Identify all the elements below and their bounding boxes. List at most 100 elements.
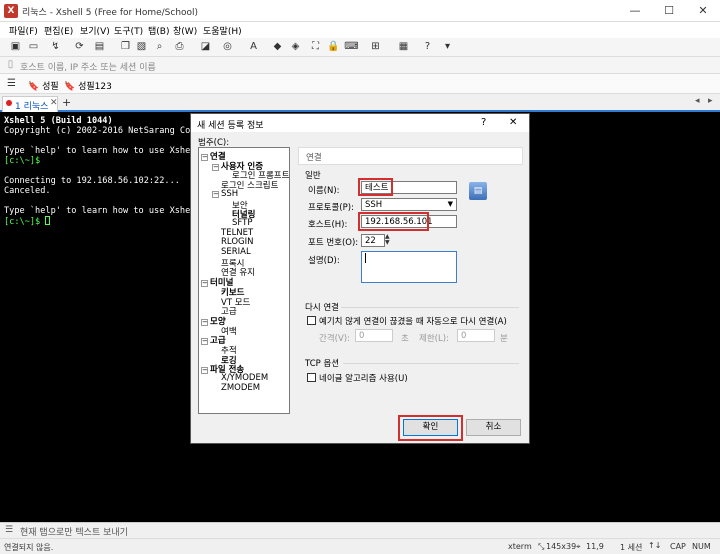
print-icon[interactable]: ⎙: [172, 40, 187, 54]
menu-view[interactable]: 보기(V): [80, 24, 110, 37]
tab-linux[interactable]: 1 리눅스 ✕: [2, 96, 58, 112]
menu-edit[interactable]: 편집(E): [44, 24, 73, 37]
protocol-value: SSH: [365, 200, 383, 210]
protocol-select[interactable]: SSH ▼: [361, 198, 457, 211]
connection-status: 연결되지 않음.: [4, 543, 54, 552]
interval-input[interactable]: 0: [355, 329, 393, 342]
tree-node[interactable]: SFTP: [232, 218, 252, 228]
reconnect-icon[interactable]: ⟳: [72, 40, 87, 54]
collapse-icon[interactable]: −: [201, 367, 208, 375]
new-session-icon[interactable]: ▣: [8, 40, 23, 54]
tree-node[interactable]: RLOGIN: [221, 237, 253, 247]
minimize-button[interactable]: —: [618, 0, 652, 22]
tab-scroll-icon[interactable]: ◂: [695, 96, 700, 106]
properties-icon[interactable]: ▤: [92, 40, 107, 54]
globe-icon[interactable]: ◎: [220, 40, 235, 54]
auto-reconnect-checkbox[interactable]: 예기치 않게 연결이 끊겼을 때 자동으로 다시 연결(A): [307, 315, 507, 327]
cancel-button[interactable]: 취소: [466, 419, 521, 436]
host-label: 호스트(H):: [308, 220, 348, 230]
dialog-help-button[interactable]: ?: [481, 117, 486, 128]
link-item-2[interactable]: 🔖 성필123: [64, 79, 112, 92]
keyboard-icon[interactable]: ⌨: [344, 40, 359, 54]
menu-tools[interactable]: 도구(T): [114, 24, 143, 37]
checkbox-box: [307, 373, 316, 382]
add-icon[interactable]: ⊞: [368, 40, 383, 54]
close-button[interactable]: ✕: [686, 0, 720, 22]
compose-menu-icon[interactable]: ☰: [5, 525, 13, 535]
help-icon[interactable]: ?: [420, 40, 435, 54]
xmanager-icon[interactable]: ◈: [288, 40, 303, 54]
bookmark-icon: 🔖: [64, 82, 76, 92]
tcp-group-label: TCP 옵션: [305, 359, 340, 369]
menu-tab[interactable]: 탭(B): [148, 24, 169, 37]
description-input[interactable]: [361, 251, 457, 283]
tree-node[interactable]: SERIAL: [221, 247, 251, 257]
collapse-icon[interactable]: −: [212, 190, 219, 198]
session-nav-icon[interactable]: ↑↓: [648, 541, 661, 550]
font-icon[interactable]: A: [246, 40, 261, 54]
disconnect-icon[interactable]: ↯: [48, 40, 63, 54]
tree-node[interactable]: ZMODEM: [221, 383, 260, 393]
compose-icon[interactable]: ▦: [396, 40, 411, 54]
collapse-icon[interactable]: −: [201, 318, 208, 326]
bookmark-icon: 🔖: [28, 82, 40, 92]
description-label: 설명(D):: [308, 256, 340, 266]
collapse-icon[interactable]: −: [201, 338, 208, 346]
dialog-title-bar: 새 세션 등록 정보 ? ✕: [191, 114, 529, 132]
menu-file[interactable]: 파일(F): [9, 24, 38, 37]
tree-node-label: RLOGIN: [221, 237, 254, 248]
session-icon[interactable]: ▤: [469, 182, 487, 200]
links-bar: ☰ 🔖 성필 🔖 성필123: [0, 74, 720, 94]
compose-bar[interactable]: ☰ 현재 탭으로만 텍스트 보내기: [0, 522, 720, 538]
category-tree[interactable]: − 연결 − 사용자 인증 로그인 프롬프트 로그인 스크립트 − SSH 보안 터널링 SFTP T…: [198, 147, 290, 414]
status-bar: 연결되지 않음. xterm ⤡ 145x39 ⌖ 11,9 1 세션 ↑↓ C…: [0, 538, 720, 554]
terminal-prompt: [c:\~]$: [4, 217, 46, 227]
tab-close-icon[interactable]: ✕: [50, 98, 58, 108]
more-icon[interactable]: ▾: [440, 40, 455, 54]
section-title: 연결: [306, 153, 322, 163]
text-cursor: [365, 253, 366, 263]
tree-node[interactable]: X/YMODEM: [221, 373, 268, 383]
copy-icon[interactable]: ❐: [118, 40, 133, 54]
collapse-icon[interactable]: −: [201, 280, 208, 288]
link-bar-menu-icon[interactable]: ☰: [4, 77, 19, 91]
collapse-icon[interactable]: −: [201, 154, 208, 161]
dialog-close-button[interactable]: ✕: [509, 117, 517, 128]
collapse-icon[interactable]: −: [212, 163, 219, 171]
address-input[interactable]: 호스트 이름, IP 주소 또는 세션 이름: [20, 58, 700, 73]
maximize-button[interactable]: ☐: [652, 0, 686, 22]
menu-window[interactable]: 창(W): [173, 24, 197, 37]
title-bar: X 리눅스 - Xshell 5 (Free for Home/School) …: [0, 0, 720, 22]
seconds-unit: 초: [401, 334, 409, 344]
tab-label: 1 리눅스: [15, 102, 49, 112]
cursor-position: 11,9: [586, 542, 604, 551]
terminal-type: xterm: [508, 542, 532, 551]
find-icon[interactable]: ⌕: [152, 40, 167, 54]
auto-reconnect-label: 예기치 않게 연결이 끊겼을 때 자동으로 다시 연결(A): [319, 317, 507, 327]
nagle-checkbox[interactable]: 네이글 알고리즘 사용(U): [307, 372, 408, 384]
status-dot-icon: [6, 100, 12, 106]
open-folder-icon[interactable]: ▭: [26, 40, 41, 54]
tab-scroll-right-icon[interactable]: ▸: [708, 96, 713, 106]
address-book-icon[interactable]: ▯: [3, 58, 18, 72]
xftp-icon[interactable]: ◆: [270, 40, 285, 54]
lock-icon[interactable]: 🔒: [326, 40, 341, 54]
fullscreen-icon[interactable]: ⛶: [308, 40, 323, 54]
menu-help[interactable]: 도움말(H): [203, 24, 242, 37]
paste-icon[interactable]: ▧: [134, 40, 149, 54]
section-header: 연결: [298, 147, 523, 165]
highlight-box: [398, 415, 463, 441]
window-title: 리눅스 - Xshell 5 (Free for Home/School): [22, 8, 199, 18]
limit-input[interactable]: 0: [457, 329, 495, 342]
new-tab-button[interactable]: +: [62, 96, 71, 109]
tree-node[interactable]: − SSH: [212, 189, 238, 199]
port-spinner-icon[interactable]: ▲ ▼: [385, 234, 390, 246]
session-count: 1 세션: [620, 543, 643, 552]
port-label: 포트 번호(O):: [308, 238, 359, 248]
link-item-1[interactable]: 🔖 성필: [28, 79, 59, 92]
new-session-dialog: 새 세션 등록 정보 ? ✕ 범주(C): − 연결 − 사용자 인증 로그인 프롬프트…: [190, 113, 530, 444]
reconnect-group-label: 다시 연결: [305, 303, 339, 313]
color-scheme-icon[interactable]: ◪: [198, 40, 213, 54]
tree-node[interactable]: TELNET: [221, 228, 253, 238]
port-input[interactable]: 22: [361, 234, 385, 247]
